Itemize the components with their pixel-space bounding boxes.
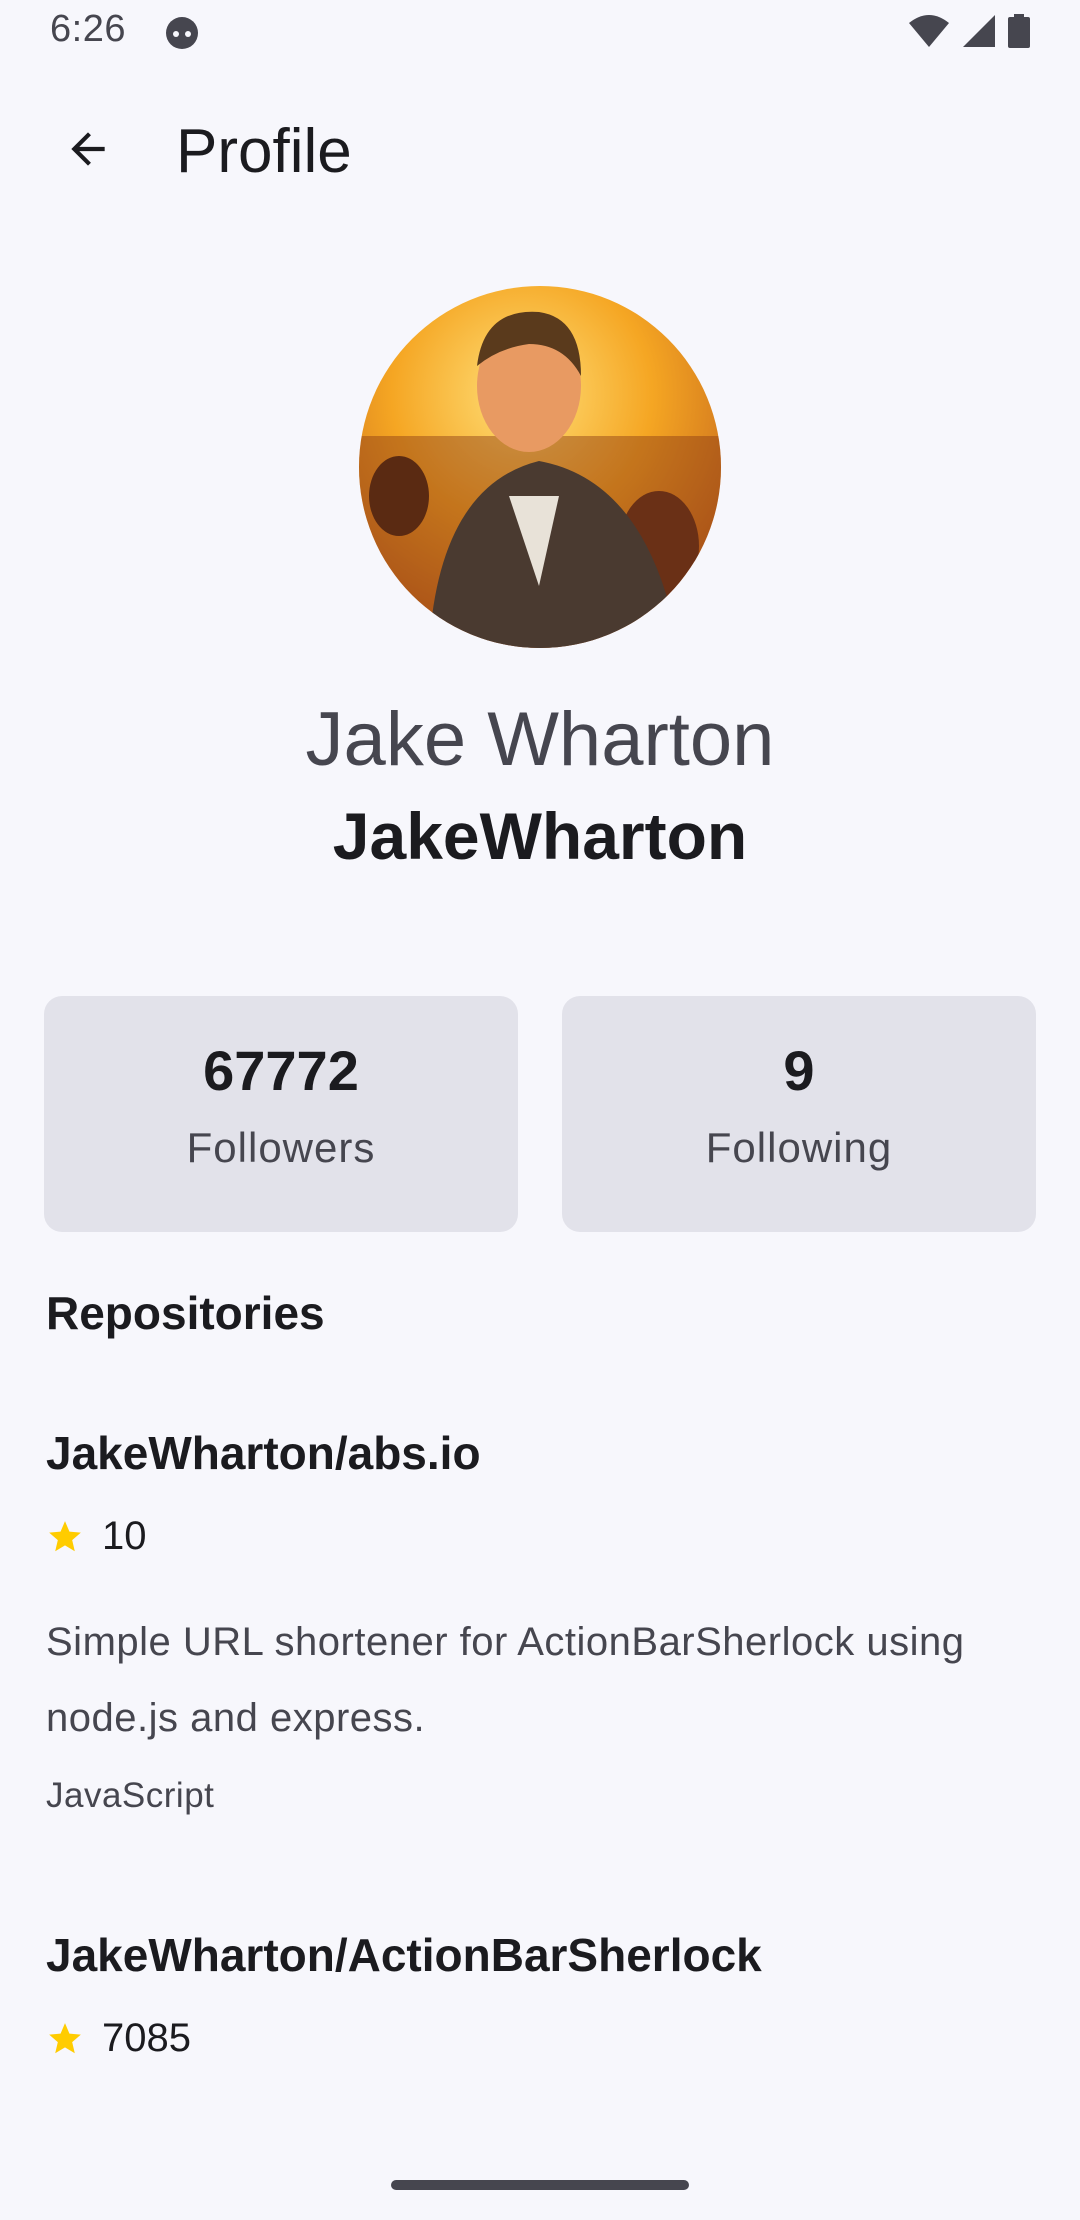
- profile-avatar: [359, 286, 721, 648]
- username: JakeWharton: [332, 799, 748, 873]
- repo-name: JakeWharton/ActionBarSherlock: [46, 1929, 762, 1981]
- repositories-heading: Repositories: [46, 1287, 325, 1339]
- repo-name: JakeWharton/abs.io: [46, 1427, 481, 1479]
- following-count: 9: [783, 1039, 815, 1102]
- cell-signal-icon: [962, 14, 996, 48]
- android-face-icon: [164, 15, 200, 51]
- repo-stars: 10: [46, 1514, 147, 1559]
- followers-count: 67772: [203, 1039, 359, 1102]
- top-app-bar: Profile: [0, 96, 1080, 208]
- star-count: 10: [102, 1514, 147, 1558]
- wifi-icon: [908, 14, 950, 48]
- page-title: Profile: [176, 117, 352, 186]
- following-card[interactable]: 9 Following: [562, 996, 1036, 1232]
- repo-description: Simple URL shortener for ActionBarSherlo…: [46, 1620, 965, 1740]
- repo-stars: 7085: [46, 2016, 191, 2061]
- home-indicator[interactable]: [391, 2180, 689, 2190]
- followers-label: Followers: [186, 1124, 376, 1171]
- repo-language: JavaScript: [46, 1776, 215, 1815]
- battery-icon: [1008, 14, 1030, 48]
- full-name: Jake Wharton: [305, 697, 775, 782]
- star-count: 7085: [102, 2016, 191, 2060]
- arrow-back-icon: [63, 124, 113, 179]
- repo-item[interactable]: JakeWharton/abs.io 10 Simple URL shorten…: [0, 1426, 1080, 1826]
- status-time: 6:26: [50, 8, 126, 50]
- repo-item[interactable]: JakeWharton/ActionBarSherlock 7085: [0, 1928, 1080, 2088]
- status-bar: 6:26: [0, 0, 1080, 66]
- star-icon: [46, 1518, 84, 1556]
- following-label: Following: [705, 1124, 893, 1171]
- followers-card[interactable]: 67772 Followers: [44, 996, 518, 1232]
- star-icon: [46, 2020, 84, 2058]
- back-button[interactable]: [40, 118, 136, 184]
